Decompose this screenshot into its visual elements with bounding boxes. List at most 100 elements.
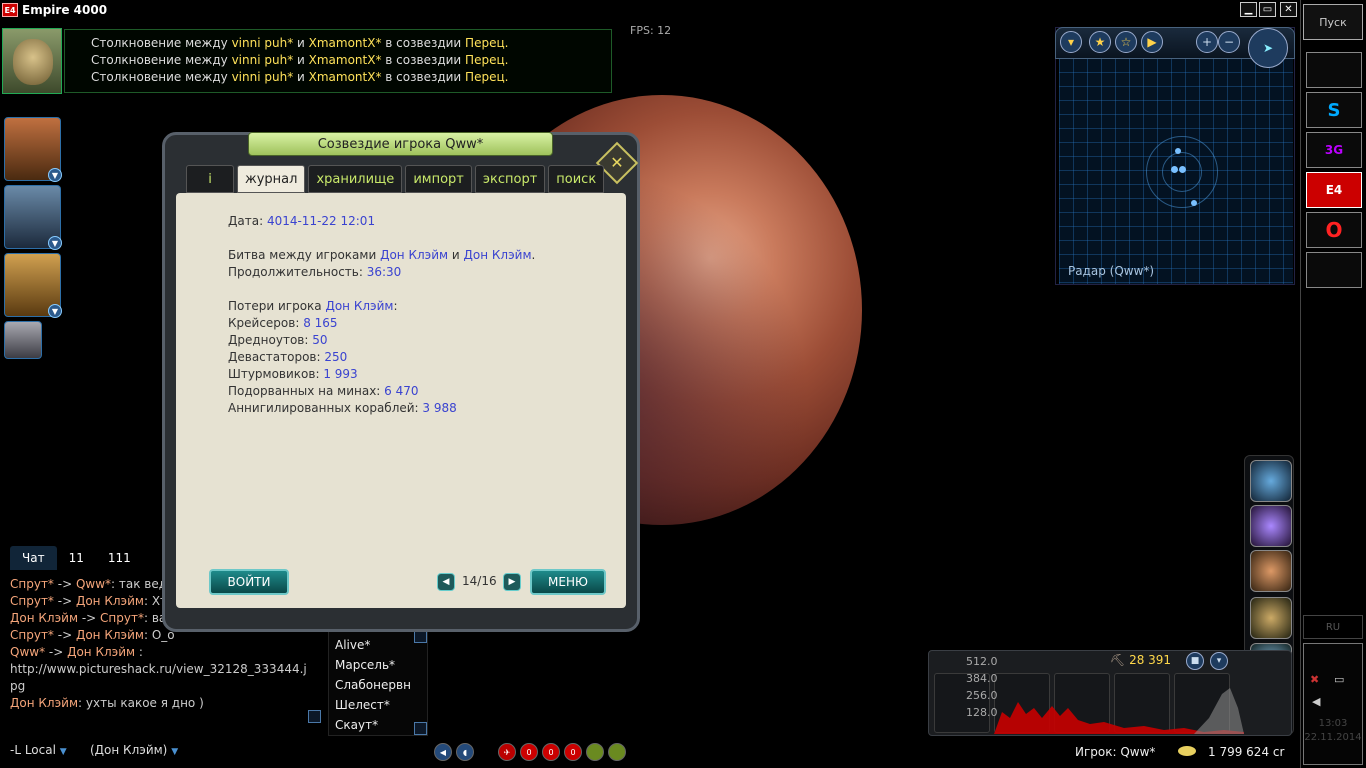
page-indicator: 14/16 bbox=[462, 574, 497, 588]
chevron-down-icon[interactable]: ▾ bbox=[1060, 31, 1082, 53]
navigate-icon[interactable]: ➤ bbox=[1248, 28, 1288, 68]
chat-message: Дон Клэйм: ухты какое я дно ) bbox=[10, 696, 204, 710]
chevron-down-icon: ▼ bbox=[59, 747, 67, 757]
colony-avatar-2[interactable]: ▼ bbox=[4, 185, 62, 250]
zoom-out-icon[interactable]: − bbox=[1218, 31, 1240, 53]
coins-icon bbox=[1178, 746, 1196, 756]
speaker-icon[interactable]: ◀ bbox=[1312, 695, 1320, 708]
close-window-button[interactable]: ✕ bbox=[1280, 2, 1297, 17]
green-orb-icon[interactable] bbox=[608, 743, 626, 761]
research-icon[interactable] bbox=[1250, 505, 1292, 547]
loss-row: Девастаторов: 250 bbox=[228, 350, 348, 364]
alliance-icon[interactable] bbox=[1250, 597, 1292, 639]
list-menu-button[interactable] bbox=[308, 710, 321, 723]
journal-date: Дата: 4014-11-22 12:01 bbox=[228, 214, 376, 228]
graph-y-label: 384.0 bbox=[966, 672, 998, 685]
enter-button[interactable]: ВОЙТИ bbox=[209, 569, 289, 595]
prev-icon[interactable]: ◀ bbox=[434, 743, 452, 761]
zoom-in-icon[interactable]: + bbox=[1196, 31, 1218, 53]
journal-battle: Битва между игроками Дон Клэйм и Дон Клэ… bbox=[228, 248, 536, 262]
window-title: Empire 4000 bbox=[22, 3, 108, 17]
webcam-icon[interactable] bbox=[1306, 52, 1362, 88]
tab-journal[interactable]: журнал bbox=[237, 165, 306, 193]
star-filled-icon[interactable]: ★ bbox=[1089, 31, 1111, 53]
loss-row: Подорванных на минах: 6 470 bbox=[228, 384, 419, 398]
skype-icon[interactable]: S bbox=[1306, 92, 1362, 128]
channel-select[interactable]: -L Local ▼ bbox=[10, 743, 67, 757]
storage-icon[interactable] bbox=[1250, 550, 1292, 592]
modem-icon[interactable]: 3G bbox=[1306, 132, 1362, 168]
news-item: Столкновение между vinni puh* и XmamontX… bbox=[91, 70, 509, 84]
close-icon: ✕ bbox=[610, 153, 624, 172]
fps-counter: FPS: 12 bbox=[630, 24, 672, 37]
system-clock[interactable]: 13:03 22.11.2014 bbox=[1303, 717, 1363, 745]
opera-icon[interactable]: O bbox=[1306, 212, 1362, 248]
tab-info[interactable]: i bbox=[186, 165, 234, 193]
empire-app-icon[interactable]: E4 bbox=[1306, 172, 1362, 208]
graph-y-label: 128.0 bbox=[966, 706, 998, 719]
radar-object[interactable] bbox=[1191, 200, 1197, 206]
sound-icon[interactable]: ◖ bbox=[456, 743, 474, 761]
radar-object[interactable] bbox=[1175, 148, 1181, 154]
journal-losses-header: Потери игрока Дон Клэйм: bbox=[228, 299, 398, 313]
dialog-tabs: i журнал хранилище импорт экспорт поиск bbox=[186, 165, 605, 193]
colony-avatar-3[interactable]: ▼ bbox=[4, 253, 62, 318]
ship-avatar[interactable] bbox=[4, 321, 42, 359]
player-name-status: Игрок: Qww* bbox=[1075, 745, 1156, 759]
resource-counter: ⛏ 28 391 bbox=[1110, 653, 1172, 667]
prev-page-button[interactable]: ◀ bbox=[437, 573, 455, 591]
minimize-button[interactable]: ▁ bbox=[1240, 2, 1257, 17]
paint-icon[interactable] bbox=[1306, 252, 1362, 288]
maximize-button[interactable]: ▭ bbox=[1259, 2, 1276, 17]
tab-search[interactable]: поиск bbox=[548, 165, 605, 193]
chevron-down-icon[interactable]: ▼ bbox=[48, 304, 62, 318]
chevron-down-icon: ▼ bbox=[171, 747, 179, 757]
alert-icon[interactable]: 0 bbox=[520, 743, 538, 761]
scroll-down-button[interactable] bbox=[414, 722, 427, 735]
tab-import[interactable]: импорт bbox=[405, 165, 472, 193]
next-page-button[interactable]: ▶ bbox=[503, 573, 521, 591]
alert-icon[interactable]: 0 bbox=[564, 743, 582, 761]
chevron-down-icon[interactable]: ▾ bbox=[1210, 652, 1228, 670]
display-icon[interactable]: ▭ bbox=[1334, 673, 1344, 686]
chat-message: Qww* -> Дон Клэйм : bbox=[10, 645, 143, 659]
loss-row: Дредноутов: 50 bbox=[228, 333, 328, 347]
colony-avatar-1[interactable]: ▼ bbox=[4, 117, 62, 182]
chevron-down-icon[interactable]: ▼ bbox=[48, 168, 62, 182]
fleet-icon[interactable] bbox=[1250, 460, 1292, 502]
journal-entry: Дата: 4014-11-22 12:01 Битва между игрок… bbox=[228, 213, 535, 417]
chevron-down-icon[interactable]: ▼ bbox=[48, 236, 62, 250]
list-item[interactable]: Марсель* bbox=[335, 655, 427, 675]
bottom-toolbar: ◀ ◖ ✈ 0 0 0 bbox=[434, 742, 626, 762]
network-icon[interactable]: ✖ bbox=[1310, 673, 1319, 686]
window-titlebar: E4 Empire 4000 bbox=[0, 0, 1300, 20]
radar-object[interactable] bbox=[1179, 166, 1186, 173]
language-indicator[interactable]: RU bbox=[1303, 615, 1363, 639]
tab-storage[interactable]: хранилище bbox=[308, 165, 403, 193]
radar-object[interactable] bbox=[1171, 166, 1178, 173]
start-button[interactable]: Пуск bbox=[1303, 4, 1363, 40]
whisper-target-select[interactable]: (Дон Клэйм) ▼ bbox=[90, 743, 178, 757]
avatar-face bbox=[13, 39, 53, 85]
tab-export[interactable]: экспорт bbox=[474, 165, 546, 193]
list-item[interactable]: Слабонервн bbox=[335, 675, 427, 695]
play-icon[interactable]: ▶ bbox=[1141, 31, 1163, 53]
chat-link[interactable]: http://www.pictureshack.ru/view_32128_33… bbox=[10, 661, 310, 695]
square-icon[interactable]: ■ bbox=[1186, 652, 1204, 670]
star-outline-icon[interactable]: ☆ bbox=[1115, 31, 1137, 53]
alert-icon[interactable]: 0 bbox=[542, 743, 560, 761]
green-orb-icon[interactable] bbox=[586, 743, 604, 761]
journal-duration: Продолжительность: 36:30 bbox=[228, 265, 402, 279]
graph-y-label: 256.0 bbox=[966, 689, 998, 702]
tab-chat[interactable]: Чат bbox=[10, 546, 57, 570]
graph-series bbox=[994, 688, 1244, 734]
news-item: Столкновение между vinni puh* и XmamontX… bbox=[91, 36, 509, 50]
ore-icon: ⛏ bbox=[1110, 653, 1126, 667]
tab-111[interactable]: 111 bbox=[96, 546, 143, 570]
player-avatar[interactable] bbox=[2, 28, 62, 94]
list-item[interactable]: Шелест* bbox=[335, 695, 427, 715]
online-players-list: Alive* Марсель* Слабонервн Шелест* Скаут… bbox=[328, 630, 428, 736]
tab-11[interactable]: 11 bbox=[57, 546, 96, 570]
rocket-icon[interactable]: ✈ bbox=[498, 743, 516, 761]
menu-button[interactable]: МЕНЮ bbox=[530, 569, 606, 595]
